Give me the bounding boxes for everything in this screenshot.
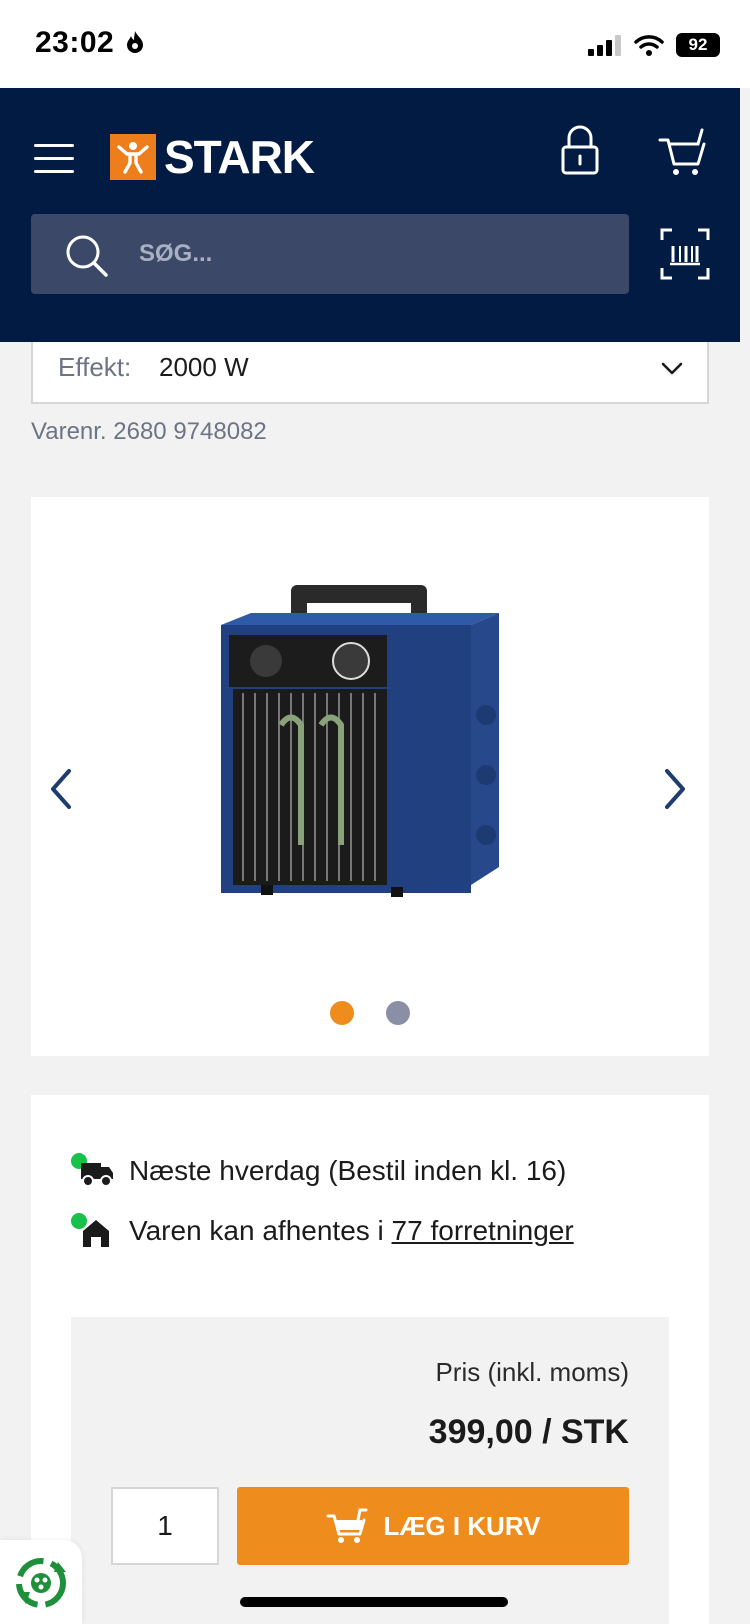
delivery-truck-icon (81, 1163, 113, 1187)
login-button[interactable] (558, 124, 602, 176)
status-bar: 23:02 92 (0, 0, 750, 88)
logo-text: STARK (164, 131, 315, 183)
delivery-row: Næste hverdag (Bestil inden kl. 16) (71, 1153, 566, 1189)
clock-label: 23:02 (35, 26, 115, 59)
status-time: 23:02 (35, 26, 145, 60)
chevron-left-icon (51, 769, 71, 809)
app-header: STARK (0, 88, 740, 342)
search-input[interactable] (139, 214, 609, 294)
add-to-cart-label: LÆG I KURV (383, 1510, 541, 1541)
quantity-input[interactable] (111, 1487, 219, 1565)
eco-badge[interactable] (0, 1540, 82, 1624)
lock-icon (561, 125, 599, 175)
price-box: Pris (inkl. moms) 399,00 / STK LÆG I KUR… (71, 1317, 669, 1624)
gallery-next-button[interactable] (661, 767, 689, 811)
store-home-icon (83, 1220, 109, 1247)
gallery-dot-2[interactable] (386, 1001, 410, 1025)
price-value: 399,00 / STK (428, 1413, 629, 1451)
flame-icon (127, 31, 144, 53)
recycle-icon (16, 1558, 66, 1608)
delivery-text: Næste hverdag (Bestil inden kl. 16) (129, 1155, 567, 1186)
chevron-down-icon (661, 362, 683, 375)
home-indicator (240, 1597, 508, 1607)
pickup-status (71, 1213, 115, 1249)
add-to-cart-button[interactable]: LÆG I KURV (237, 1487, 629, 1565)
product-sku: Varenr. 2680 9748082 (31, 418, 267, 445)
cart-icon (658, 128, 706, 175)
battery-indicator: 92 (676, 33, 720, 57)
product-gallery (31, 497, 709, 1056)
status-indicators: 92 (588, 30, 720, 60)
search-icon (66, 235, 108, 277)
cart-icon (326, 1508, 367, 1543)
menu-button[interactable] (30, 138, 78, 178)
barcode-scan-icon (660, 228, 710, 280)
search-box (31, 214, 629, 294)
wifi-icon (634, 35, 664, 56)
cart-button[interactable] (658, 128, 708, 178)
barcode-scan-button[interactable] (660, 228, 710, 280)
variant-value: 2000 W (159, 352, 249, 382)
stark-logo[interactable]: STARK (110, 131, 315, 183)
gallery-dot-1[interactable] (330, 1001, 354, 1025)
pickup-row: Varen kan afhentes i 77 forretninger (71, 1213, 574, 1249)
gallery-prev-button[interactable] (47, 767, 75, 811)
delivery-status (71, 1153, 115, 1189)
price-label: Pris (inkl. moms) (435, 1357, 629, 1387)
product-image (221, 585, 499, 897)
variant-label: Effekt: (58, 352, 132, 382)
pickup-prefix: Varen kan afhentes i (129, 1215, 392, 1246)
logo-figure-icon (110, 134, 156, 180)
signal-icon (588, 35, 621, 56)
stores-link[interactable]: 77 forretninger (392, 1215, 574, 1246)
variant-select[interactable]: Effekt: 2000 W (31, 342, 709, 404)
pickup-text: Varen kan afhentes i 77 forretninger (129, 1215, 574, 1247)
chevron-right-icon (665, 769, 685, 809)
purchase-panel: Næste hverdag (Bestil inden kl. 16) Vare… (31, 1095, 709, 1624)
